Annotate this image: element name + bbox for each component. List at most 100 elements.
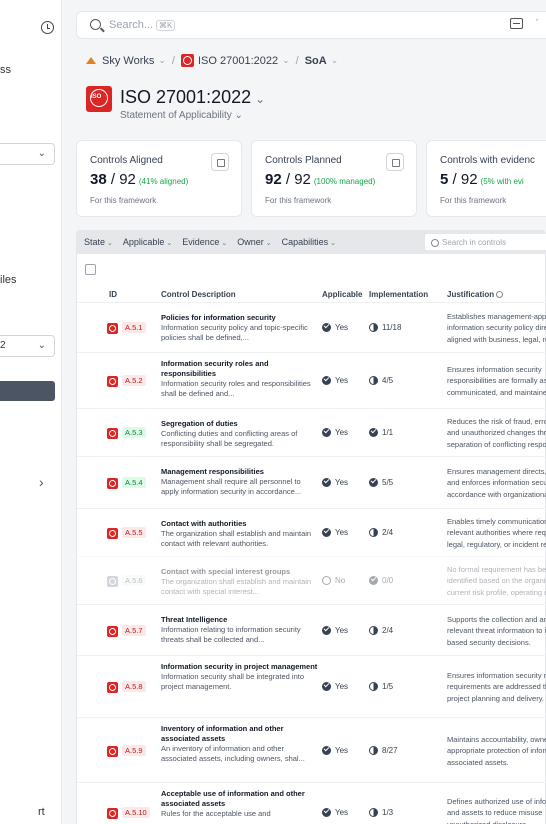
filter-applicable[interactable]: Applicable ⌄ xyxy=(123,237,172,247)
col-header-impl[interactable]: Implementation xyxy=(369,290,428,299)
justification-line: accordance with organizational... xyxy=(447,489,546,499)
org-logo-icon xyxy=(86,57,96,64)
iso-logo-icon xyxy=(107,428,118,439)
implementation-status[interactable]: 1/5 xyxy=(369,682,393,691)
filter-evidence[interactable]: Evidence ⌄ xyxy=(182,237,227,247)
table-row[interactable]: A.5.7 Threat Intelligence Information rela… xyxy=(77,604,546,655)
justification-line: Maintains accountability, owners xyxy=(447,735,546,744)
stat-card-aligned[interactable]: Controls Aligned 38 / 92 (41% aligned) Fo… xyxy=(76,140,242,217)
control-text: Conflicting duties and conflicting areas… xyxy=(161,428,298,448)
col-header-desc[interactable]: Control Description xyxy=(161,290,236,299)
sidebar-active-item[interactable] xyxy=(0,381,55,401)
implementation-status[interactable]: 5/5 xyxy=(369,478,393,487)
control-id: A.5.10 xyxy=(122,807,150,818)
filter-label: Owner xyxy=(237,237,264,247)
controls-search-input[interactable]: Search in controls xyxy=(424,233,546,251)
applicable-status[interactable]: Yes xyxy=(322,746,348,755)
table-row[interactable]: A.5.1 Policies for information security In… xyxy=(77,302,546,352)
implementation-status[interactable]: 8/27 xyxy=(369,746,398,755)
implementation-status[interactable]: 1/1 xyxy=(369,428,393,437)
justification-line: Ensures management directs, su xyxy=(447,467,546,476)
applicable-text: Yes xyxy=(335,478,349,487)
control-description: Contact with special interest groups The … xyxy=(161,567,319,597)
status-icon xyxy=(322,528,331,537)
col-header-id[interactable]: ID xyxy=(109,290,117,299)
applicable-status[interactable]: Yes xyxy=(322,478,348,487)
implementation-status[interactable]: 2/4 xyxy=(369,528,393,537)
control-text: Information security policy and topic-sp… xyxy=(161,322,308,342)
checkbox-icon[interactable] xyxy=(211,153,229,171)
implementation-status[interactable]: 11/18 xyxy=(369,323,401,332)
table-row[interactable]: A.5.6 Contact with special interest group… xyxy=(77,556,546,604)
card-value-number: 5 xyxy=(440,171,449,188)
more-icon[interactable]: · xyxy=(535,12,539,26)
panel-toggle-icon[interactable] xyxy=(510,18,523,29)
filter-capabilities[interactable]: Capabilities ⌄ xyxy=(282,237,336,247)
page-title[interactable]: ISO 27001:2022 ⌄ xyxy=(120,87,265,108)
control-description: Management responsibilities Management sh… xyxy=(161,467,319,497)
sidebar-select-1[interactable]: ⌄ xyxy=(0,143,55,165)
col-header-applicable[interactable]: Applicable xyxy=(322,290,362,299)
justification: Ensures information security risk require… xyxy=(447,670,546,704)
status-icon xyxy=(322,808,331,817)
implementation-status[interactable]: 1/3 xyxy=(369,808,393,817)
table-row[interactable]: A.5.8 Information security in project man… xyxy=(77,655,546,717)
applicable-status[interactable]: Yes xyxy=(322,626,348,635)
chevron-down-icon[interactable]: ⌄ xyxy=(282,55,290,66)
control-text: Information security shall be integrated… xyxy=(161,671,304,691)
chevron-down-icon: ⌄ xyxy=(37,340,46,351)
filter-owner[interactable]: Owner ⌄ xyxy=(237,237,271,247)
chevron-down-icon[interactable]: ⌄ xyxy=(158,55,166,66)
applicable-status[interactable]: Yes xyxy=(322,528,348,537)
link-icon[interactable] xyxy=(386,153,404,171)
breadcrumb-org[interactable]: Sky Works xyxy=(102,55,154,67)
table-row[interactable]: A.5.4 Management responsibilities Manageme… xyxy=(77,456,546,508)
progress-icon xyxy=(369,576,378,585)
table-row[interactable]: A.5.10 Acceptable use of information and … xyxy=(77,782,546,824)
sidebar-fragment-3: rt xyxy=(38,806,45,818)
breadcrumb-page[interactable]: SoA xyxy=(305,55,327,67)
justification-line: responsibilities are formally assi xyxy=(447,376,546,386)
justification: Ensures management directs, su and enforc… xyxy=(447,466,546,500)
implementation-status[interactable]: 4/5 xyxy=(369,376,393,385)
control-title: Inventory of information and other assoc… xyxy=(161,724,284,743)
info-icon[interactable] xyxy=(496,291,504,298)
implementation-status[interactable]: 0/0 xyxy=(369,576,393,585)
control-id: A.5.7 xyxy=(122,625,146,636)
select-all-checkbox[interactable] xyxy=(85,264,96,275)
table-row[interactable]: A.5.5 Contact with authorities The organiz… xyxy=(77,508,546,556)
applicable-status[interactable]: Yes xyxy=(322,808,348,817)
col-header-just-text: Justification xyxy=(447,290,495,299)
global-search[interactable]: Search... ⌘K xyxy=(76,11,546,39)
control-id: A.5.5 xyxy=(122,527,146,538)
applicable-status[interactable]: Yes xyxy=(322,323,348,332)
page-subtitle[interactable]: Statement of Applicability ⌄ xyxy=(120,110,243,121)
stat-card-planned[interactable]: Controls Planned 92 / 92 (100% managed) F… xyxy=(251,140,417,217)
sidebar-select-2[interactable]: 2 ⌄ xyxy=(0,335,55,357)
justification-line: Reduces the risk of fraud, error, xyxy=(447,417,546,426)
history-icon[interactable] xyxy=(41,21,54,34)
table-row[interactable]: A.5.9 Inventory of information and other … xyxy=(77,717,546,782)
control-title: Information security in project manageme… xyxy=(161,662,318,671)
table-row[interactable]: A.5.3 Segregation of duties Conflicting du… xyxy=(77,408,546,456)
col-header-just[interactable]: Justification xyxy=(447,290,504,299)
applicable-status[interactable]: Yes xyxy=(322,376,348,385)
main-content: Search... ⌘K · Sky Works ⌄ / ISO 27001:20… xyxy=(62,0,546,824)
card-footer: For this framework xyxy=(90,196,157,205)
stat-card-evidence[interactable]: Controls with evidenc 5 / 92 (5% with evi… xyxy=(426,140,546,217)
justification-line: Defines authorized use of inforr xyxy=(447,797,546,806)
filter-state[interactable]: State ⌄ xyxy=(84,237,113,247)
breadcrumb-framework[interactable]: ISO 27001:2022 xyxy=(198,55,278,67)
iso-logo-text: ISO xyxy=(91,94,102,100)
chevron-right-icon[interactable]: › xyxy=(39,474,44,490)
control-text: Rules for the acceptable use and xyxy=(161,808,271,818)
chevron-down-icon: ⌄ xyxy=(255,92,266,106)
implementation-status[interactable]: 2/4 xyxy=(369,626,393,635)
sidebar-fragment-1: ss xyxy=(0,64,11,76)
applicable-status[interactable]: Yes xyxy=(322,682,348,691)
applicable-status[interactable]: No xyxy=(322,576,345,585)
table-row[interactable]: A.5.2 Information security roles and resp… xyxy=(77,352,546,408)
control-title: Management responsibilities xyxy=(161,467,264,476)
applicable-status[interactable]: Yes xyxy=(322,428,348,437)
chevron-down-icon[interactable]: ⌄ xyxy=(331,55,339,66)
